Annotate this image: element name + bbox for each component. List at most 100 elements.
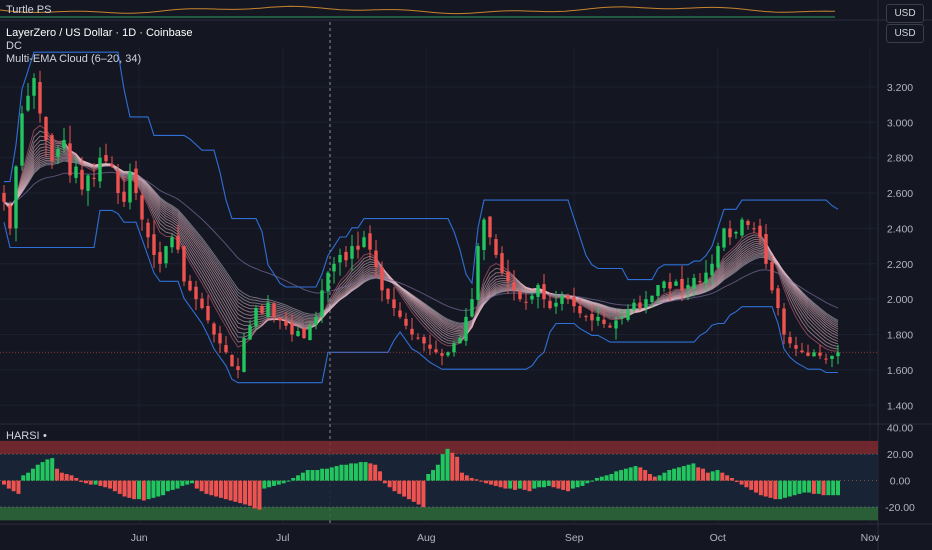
candle-body: [452, 343, 456, 353]
candle-body: [608, 325, 612, 328]
ema-cloud-line: [3, 124, 839, 352]
candle-body: [836, 352, 840, 357]
harsi-bar: [816, 480, 821, 494]
harsi-bar: [382, 480, 387, 484]
harsi-bar: [681, 466, 686, 481]
candle-body: [170, 237, 174, 248]
harsi-bar: [734, 480, 739, 482]
candle-body: [128, 171, 132, 203]
candle-body: [332, 263, 336, 272]
harsi-bar: [296, 475, 301, 481]
harsi-bar: [566, 480, 571, 492]
harsi-bar: [638, 467, 643, 481]
candle-body: [692, 277, 696, 289]
harsi-bar: [821, 480, 826, 496]
candle-body: [626, 309, 630, 320]
harsi-bar: [643, 470, 648, 481]
harsi-bar: [802, 480, 807, 493]
harsi-bar: [778, 480, 783, 500]
candle-body: [482, 219, 486, 250]
harsi-bar: [11, 480, 16, 492]
harsi-bar: [262, 480, 267, 489]
candle-body: [530, 295, 534, 300]
candle-body: [146, 222, 150, 238]
harsi-bar: [662, 472, 667, 481]
harsi-bar: [392, 480, 397, 492]
harsi-bar: [614, 471, 619, 481]
harsi-bar: [103, 480, 108, 488]
candle-body: [440, 353, 444, 356]
candle-body: [746, 221, 750, 225]
main-title: LayerZero / US Dollar · 1D · Coinbase: [6, 27, 192, 39]
harsi-bar: [161, 480, 166, 496]
harsi-bar: [406, 480, 411, 500]
harsi-bar: [397, 480, 402, 494]
candle-body: [290, 322, 294, 335]
candle-body: [218, 333, 222, 344]
osc-y-tick-label: 40.00: [887, 423, 913, 435]
harsi-bar: [117, 480, 122, 494]
harsi-bar: [156, 480, 161, 497]
candle-body: [86, 175, 90, 191]
harsi-bar: [286, 480, 291, 482]
candle-body: [260, 306, 264, 314]
harsi-bar: [513, 480, 518, 490]
candle-body: [470, 299, 474, 317]
candle-body: [668, 281, 672, 289]
harsi-bar: [811, 480, 816, 494]
harsi-bar: [353, 463, 358, 481]
candle-body: [80, 169, 84, 190]
candle-body: [818, 352, 822, 356]
harsi-pane: [0, 440, 878, 521]
harsi-bar: [604, 475, 609, 481]
harsi-bar: [2, 480, 6, 485]
candle-body: [32, 78, 36, 96]
harsi-bar: [431, 470, 436, 481]
candle-body: [248, 325, 252, 340]
y-tick-label: 3.200: [887, 82, 913, 94]
harsi-bar: [594, 477, 599, 481]
candle-body: [710, 263, 714, 276]
harsi-bar: [696, 467, 701, 481]
candle-body: [770, 261, 774, 291]
harsi-bar: [223, 480, 228, 500]
harsi-bar: [744, 480, 749, 488]
candle-body: [362, 237, 366, 247]
candle-body: [338, 254, 342, 263]
harsi-bar: [127, 480, 132, 498]
candle-body: [74, 166, 78, 178]
candle-body: [254, 308, 258, 327]
harsi-bar: [421, 480, 426, 508]
harsi-dot: •: [43, 430, 47, 442]
candle-body: [494, 239, 498, 255]
candle-body: [548, 300, 552, 309]
harsi-bar: [537, 480, 542, 488]
candle-body: [116, 170, 120, 194]
harsi-bar: [633, 466, 638, 481]
harsi-bar: [590, 480, 595, 482]
candle-body: [542, 284, 546, 300]
candle-body: [824, 358, 828, 360]
harsi-bar: [623, 468, 628, 481]
currency-button-main[interactable]: USD: [886, 24, 924, 43]
y-tick-label: 1.400: [887, 400, 913, 412]
currency-button-top[interactable]: USD: [886, 4, 924, 23]
candle-body: [314, 316, 318, 326]
candle-body: [266, 302, 270, 317]
candle-body: [236, 366, 240, 370]
candle-body: [752, 228, 756, 230]
turtle-pane: [0, 5, 836, 18]
harsi-bar: [527, 480, 532, 492]
harsi-bar: [16, 480, 21, 494]
candle-body: [722, 228, 726, 248]
donchian-upper: [4, 51, 839, 288]
harsi-bar: [136, 480, 141, 500]
harsi-bar: [112, 480, 117, 492]
candle-body: [428, 344, 432, 349]
candle-body: [350, 246, 354, 259]
harsi-bar: [358, 462, 363, 481]
harsi-bar: [488, 480, 493, 485]
candle-body: [476, 246, 480, 300]
harsi-bar: [21, 475, 26, 481]
harsi-bar: [204, 480, 209, 494]
